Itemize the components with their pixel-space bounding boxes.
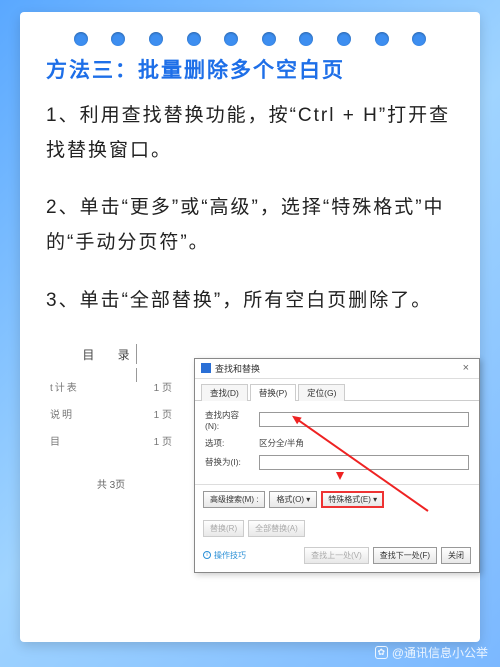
options-value: 区分全/半角 [259, 437, 304, 449]
close-button[interactable]: 关闭 [441, 547, 471, 564]
doc-heading: 目 录 [46, 340, 176, 373]
document-preview: 目 录 t计表 1 页 说明 1 页 目 1 页 共 3页 [46, 340, 176, 491]
toc-row: 目 1 页 [46, 427, 176, 454]
options-label: 选项: [205, 437, 253, 449]
tab-find[interactable]: 查找(D) [201, 384, 248, 401]
replace-all-button[interactable]: 全部替换(A) [248, 520, 305, 537]
watermark: ✿ @通讯信息小公举 [375, 644, 488, 661]
find-next-button[interactable]: 查找下一处(F) [373, 547, 437, 564]
screenshot-area: 目 录 t计表 1 页 说明 1 页 目 1 页 共 3页 查找和替换 × [46, 340, 454, 568]
dialog-title: 查找和替换 [215, 362, 260, 375]
replace-button[interactable]: 替换(R) [203, 520, 244, 537]
button-row-replace: 替换(R) 全部替换(A) [195, 514, 479, 543]
format-button[interactable]: 格式(O) ▾ [269, 491, 317, 508]
page-divider [136, 344, 137, 364]
tab-goto[interactable]: 定位(G) [298, 384, 345, 401]
toc-row: 说明 1 页 [46, 400, 176, 427]
tips-link[interactable]: i 操作技巧 [203, 550, 246, 561]
app-icon [201, 363, 211, 373]
special-format-button[interactable]: 特殊格式(E) ▾ [321, 491, 384, 508]
step-1: 1、利用查找替换功能，按“Ctrl + H”打开查找替换窗口。 [46, 98, 454, 168]
method-title: 方法三：批量删除多个空白页 [46, 54, 454, 84]
page-total: 共 3页 [46, 476, 176, 491]
find-prev-button[interactable]: 查找上一处(V) [304, 547, 369, 564]
dialog-footer: i 操作技巧 查找上一处(V) 查找下一处(F) 关闭 [195, 543, 479, 572]
paw-icon: ✿ [375, 646, 388, 659]
annotation-arrow-down [336, 472, 344, 480]
paper-sheet: 方法三：批量删除多个空白页 1、利用查找替换功能，按“Ctrl + H”打开查找… [20, 12, 480, 642]
replace-label: 替换为(I): [205, 456, 253, 468]
dialog-tabs: 查找(D) 替换(P) 定位(G) [195, 379, 479, 401]
step-2: 2、单击“更多”或“高级”，选择“特殊格式”中的“手动分页符”。 [46, 190, 454, 260]
find-replace-dialog: 查找和替换 × 查找(D) 替换(P) 定位(G) 查找内容(N): 选项: 区… [194, 358, 480, 573]
page-divider [136, 368, 137, 382]
spiral-holes [20, 32, 480, 46]
close-icon[interactable]: × [459, 362, 473, 374]
find-label: 查找内容(N): [205, 409, 253, 431]
dialog-titlebar[interactable]: 查找和替换 × [195, 359, 479, 379]
step-3: 3、单击“全部替换”，所有空白页删除了。 [46, 283, 454, 318]
toc-row: t计表 1 页 [46, 373, 176, 400]
button-row-advanced: 高级搜索(M) : 格式(O) ▾ 特殊格式(E) ▾ [195, 484, 479, 514]
info-icon: i [203, 551, 211, 559]
more-button[interactable]: 高级搜索(M) : [203, 491, 265, 508]
tab-replace[interactable]: 替换(P) [250, 384, 296, 401]
